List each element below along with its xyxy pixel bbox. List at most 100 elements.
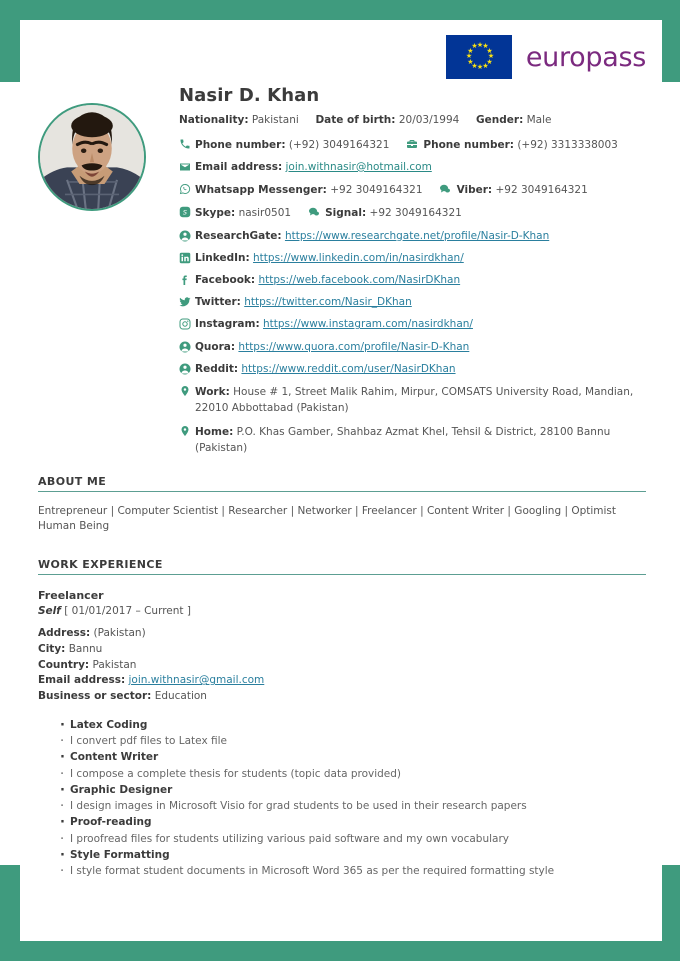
nationality-label: Nationality: xyxy=(179,114,249,126)
whatsapp-icon xyxy=(179,183,195,195)
whatsapp-label: Whatsapp Messenger: xyxy=(195,184,327,197)
job-email-link[interactable]: join.withnasir@gmail.com xyxy=(129,674,265,686)
list-item: Latex Coding xyxy=(60,716,646,736)
list-item: I proofread files for students utilizing… xyxy=(60,830,646,850)
contact-row-quora: Quora: https://www.quora.com/profile/Nas… xyxy=(179,340,646,355)
reddit-icon xyxy=(179,363,195,375)
facebook-link[interactable]: https://web.facebook.com/NasirDKhan xyxy=(258,274,460,286)
work-experience-section: WORK EXPERIENCE Freelancer Self [ 01/01/… xyxy=(38,558,646,883)
personal-meta: Nationality: Pakistani Date of birth: 20… xyxy=(179,114,646,128)
contact-row-twitter: Twitter: https://twitter.com/Nasir_DKhan xyxy=(179,295,646,310)
page-title: Nasir D. Khan xyxy=(179,85,320,106)
list-item: I compose a complete thesis for students… xyxy=(60,765,646,785)
quora-link[interactable]: https://www.quora.com/profile/Nasir-D-Kh… xyxy=(238,341,469,353)
job-city: City: Bannu xyxy=(38,642,646,658)
quora-label: Quora: xyxy=(195,340,236,353)
instagram-label: Instagram: xyxy=(195,318,260,331)
list-item: Content Writer xyxy=(60,748,646,768)
job-address: Address: (Pakistan) xyxy=(38,626,646,642)
quora-icon xyxy=(179,341,195,353)
cv-page: europass xyxy=(0,0,680,961)
job-sector-label: Business or sector: xyxy=(38,690,152,702)
job-employer-period: Self [ 01/01/2017 – Current ] xyxy=(38,605,646,617)
phone2-label: Phone number: xyxy=(423,138,514,151)
identity-info: Nasir D. Khan Nationality: Pakistani Dat… xyxy=(179,85,646,456)
researchgate-link[interactable]: https://www.researchgate.net/profile/Nas… xyxy=(285,230,549,242)
signal-value: +92 3049164321 xyxy=(369,207,462,220)
contact-row-home-address: Home: P.O. Khas Gamber, Shahbaz Azmat Kh… xyxy=(179,424,646,457)
gender-value: Male xyxy=(526,114,552,126)
skype-label: Skype: xyxy=(195,207,236,220)
email-link[interactable]: join.withnasir@hotmail.com xyxy=(286,161,432,173)
contact-row-whatsapp: Whatsapp Messenger: +92 3049164321 Viber… xyxy=(179,182,646,198)
phone2-value: (+92) 3313338003 xyxy=(517,138,618,151)
twitter-label: Twitter: xyxy=(195,296,241,309)
reddit-link[interactable]: https://www.reddit.com/user/NasirDKhan xyxy=(241,363,455,375)
signal-icon xyxy=(308,206,322,218)
linkedin-link[interactable]: https://www.linkedin.com/in/nasirdkhan/ xyxy=(253,252,464,264)
map-pin-icon xyxy=(179,425,195,437)
avatar xyxy=(38,103,146,211)
contact-row-reddit: Reddit: https://www.reddit.com/user/Nasi… xyxy=(179,362,646,377)
job-employer: Self xyxy=(38,605,61,617)
europass-logo: europass xyxy=(445,35,646,79)
europass-wordmark: europass xyxy=(525,41,646,73)
linkedin-icon xyxy=(179,252,195,264)
job-email: Email address: join.withnasir@gmail.com xyxy=(38,673,646,689)
contact-row-facebook: Facebook: https://web.facebook.com/Nasir… xyxy=(179,273,646,288)
instagram-link[interactable]: https://www.instagram.com/nasirdkhan/ xyxy=(263,318,473,330)
job-title: Freelancer xyxy=(38,589,104,602)
work-address-value: House # 1, Street Malik Rahim, Mirpur, C… xyxy=(195,386,634,415)
list-item: I style format student documents in Micr… xyxy=(60,862,646,882)
job-sector-value: Education xyxy=(154,690,207,702)
job-details: Address: (Pakistan) City: Bannu Country:… xyxy=(38,626,646,705)
work-address-label: Work: xyxy=(195,386,230,399)
instagram-icon xyxy=(179,318,195,330)
list-item: Graphic Designer xyxy=(60,781,646,801)
email-icon xyxy=(179,161,195,173)
identity-block: Nasir D. Khan Nationality: Pakistani Dat… xyxy=(38,85,646,463)
researchgate-label: ResearchGate: xyxy=(195,229,282,242)
signal-label: Signal: xyxy=(325,207,367,220)
svg-text:S: S xyxy=(183,209,187,217)
reddit-label: Reddit: xyxy=(195,362,239,375)
contact-row-skype: S Skype: nasir0501 Signal: +92 304916432… xyxy=(179,205,646,221)
eu-flag-icon xyxy=(445,35,512,79)
dob-value: 20/03/1994 xyxy=(398,114,460,126)
job-country-value: Pakistan xyxy=(92,658,137,671)
frame-bottom-right-vertical xyxy=(662,865,680,961)
work-experience-heading: WORK EXPERIENCE xyxy=(38,558,646,575)
frame-bottom-band xyxy=(0,941,680,961)
twitter-link[interactable]: https://twitter.com/Nasir_DKhan xyxy=(244,296,412,308)
linkedin-label: LinkedIn: xyxy=(195,251,250,264)
nationality-value: Pakistani xyxy=(251,114,299,126)
job-country-label: Country: xyxy=(38,658,90,671)
list-item: I design images in Microsoft Visio for g… xyxy=(60,797,646,817)
phone-icon xyxy=(179,138,195,150)
home-address-value: P.O. Khas Gamber, Shahbaz Azmat Khel, Te… xyxy=(195,425,611,454)
eu-star-icon xyxy=(467,60,471,64)
viber-icon xyxy=(439,183,453,195)
list-item: I convert pdf files to Latex file xyxy=(60,732,646,752)
list-item: Style Formatting xyxy=(60,846,646,866)
contact-row-phone: Phone number: (+92) 3049164321 Phone num… xyxy=(179,137,646,153)
job-address-value: (Pakistan) xyxy=(93,627,146,639)
skype-value: nasir0501 xyxy=(238,207,292,220)
job-bullet-list: Latex Coding I convert pdf files to Late… xyxy=(38,716,646,883)
contact-row-instagram: Instagram: https://www.instagram.com/nas… xyxy=(179,317,646,332)
gender-label: Gender: xyxy=(476,114,524,126)
skype-icon: S xyxy=(179,206,195,218)
frame-top-left-vertical xyxy=(0,0,20,82)
frame-top-band xyxy=(0,0,680,20)
contact-row-work-address: Work: House # 1, Street Malik Rahim, Mir… xyxy=(179,384,646,417)
job-sector: Business or sector: Education xyxy=(38,689,646,705)
whatsapp-value: +92 3049164321 xyxy=(330,184,423,197)
about-me-text: Entrepreneur | Computer Scientist | Rese… xyxy=(38,505,617,533)
dob-label: Date of birth: xyxy=(315,114,396,126)
contact-row-email: Email address: join.withnasir@hotmail.co… xyxy=(179,160,646,175)
map-pin-icon xyxy=(179,385,195,397)
researchgate-icon xyxy=(179,230,195,242)
contact-row-researchgate: ResearchGate: https://www.researchgate.n… xyxy=(179,229,646,244)
viber-value: +92 3049164321 xyxy=(495,184,588,197)
twitter-icon xyxy=(179,296,195,308)
